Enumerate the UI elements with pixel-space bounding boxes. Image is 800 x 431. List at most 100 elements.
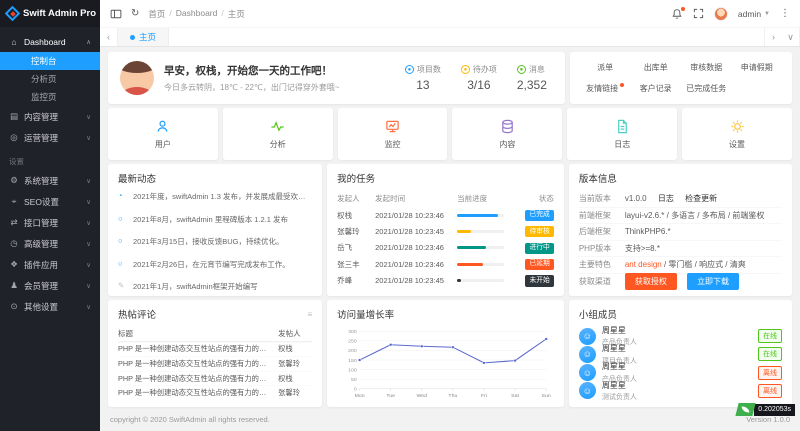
timeline-item: ✎2021年1月，swiftAdmin框架开始编写 <box>118 281 312 292</box>
chevron-down-icon: ∨ <box>86 219 91 227</box>
task-progress <box>457 230 504 233</box>
sidebar: Swift Admin Pro ⌂ Dashboard ∧ 控制台 分析页 监控… <box>0 0 100 431</box>
sidebar-item-console[interactable]: 控制台 <box>0 52 100 70</box>
operation-icon: ◎ <box>9 132 19 143</box>
stat-todos: ●待办项 3/16 <box>461 64 497 92</box>
shortcut-settings[interactable]: 设置 <box>682 108 792 160</box>
row-label: 当前版本 <box>579 193 625 204</box>
quicklink-outbound[interactable]: 出库单 <box>630 62 681 73</box>
shortcut-analysis[interactable]: 分析 <box>223 108 333 160</box>
quicklink-dispatch[interactable]: 派单 <box>580 62 631 73</box>
status-badge: 待审核 <box>525 226 553 237</box>
svg-text:Fri: Fri <box>481 393 487 399</box>
notification-bell-icon[interactable] <box>671 8 683 20</box>
sidebar-item-dashboard[interactable]: ⌂ Dashboard ∧ <box>0 31 100 52</box>
task-progress <box>457 263 504 266</box>
shortcut-monitor[interactable]: 监控 <box>338 108 448 160</box>
logo-icon <box>7 8 18 19</box>
team-member-row: ☺ 周星星测试负责人 离线 <box>579 382 782 400</box>
chevron-down-icon: ∨ <box>86 113 91 121</box>
comment-row[interactable]: PHP 是一种创建动态交互性站点的强有力的服务器端脚本语言 权栈 <box>118 371 312 386</box>
sidebar-item-advanced[interactable]: ◷ 高级管理 ∨ <box>0 233 100 254</box>
app-title: Swift Admin Pro <box>23 8 96 19</box>
red-dot-badge <box>620 83 624 87</box>
svg-text:300: 300 <box>348 329 357 335</box>
comment-row[interactable]: PHP 是一种创建动态交互性站点的强有力的服务器端脚本语言 张馨玲 <box>118 385 312 400</box>
file-icon <box>615 119 630 134</box>
sidebar-item-seo[interactable]: ⌖ SEO设置 ∨ <box>0 191 100 212</box>
exec-time-value: 0.202053s <box>754 404 795 416</box>
pencil-icon: ✎ <box>118 281 124 290</box>
check-update-link[interactable]: 检查更新 <box>685 194 717 203</box>
fullscreen-icon[interactable] <box>693 8 704 19</box>
chevron-down-icon: ∨ <box>86 282 91 290</box>
tab-scroll-right-icon[interactable]: › <box>764 28 782 46</box>
version-title: 版本信息 <box>579 171 617 185</box>
task-time: 2021/01/28 10:23:45 <box>375 227 457 236</box>
row-label: 获取渠道 <box>579 276 625 287</box>
comment-row[interactable]: PHP 是一种创建动态交互性站点的强有力的服务器端脚本语言 权栈 <box>118 342 312 357</box>
quicklink-audit[interactable]: 审核数据 <box>681 62 732 73</box>
task-progress <box>457 246 504 249</box>
comment-row[interactable]: PHP 是一种创建动态交互性站点的强有力的服务器端脚本语言 张馨玲 <box>118 356 312 371</box>
task-progress <box>457 214 504 217</box>
copyright-text: copyright © 2020 SwiftAdmin all rights r… <box>110 415 270 424</box>
get-license-button[interactable]: 获取授权 <box>625 273 677 290</box>
welcome-card: 早安，权栈，开始您一天的工作吧！ 今日多云转阴，18℃ - 22℃，出门记得穿外… <box>108 52 565 104</box>
quicklink-leave[interactable]: 申请假期 <box>731 62 782 73</box>
task-time: 2021/01/28 10:23:46 <box>375 243 457 252</box>
notification-dot <box>681 7 685 11</box>
more-vertical-icon[interactable]: ⋮ <box>780 8 790 19</box>
sidebar-item-analysis[interactable]: 分析页 <box>0 70 100 88</box>
current-version: v1.0.0 <box>625 194 647 203</box>
page-footer: copyright © 2020 SwiftAdmin all rights r… <box>108 411 792 427</box>
shortcut-content[interactable]: 内容 <box>452 108 562 160</box>
tab-home[interactable]: 主页 <box>118 28 169 46</box>
quicklink-customer-records[interactable]: 客户记录 <box>630 83 681 94</box>
exec-time-badge: 0.202053s <box>737 403 795 416</box>
team-panel: 小组成员 ☺ 周星星产品负责人 在线 ☺ 周星星项目负责人 在线 ☺ 周星星产品… <box>569 300 792 407</box>
chevron-down-icon: ∨ <box>86 240 91 248</box>
sidebar-item-plugins[interactable]: ❖ 插件应用 ∨ <box>0 254 100 275</box>
circle-icon: ○ <box>118 259 123 268</box>
download-button[interactable]: 立即下载 <box>687 273 739 290</box>
sidebar-item-system[interactable]: ⚙ 系统管理 ∨ <box>0 170 100 191</box>
exchange-icon: ⇄ <box>9 217 19 228</box>
welcome-stats: ●项目数 13 ●待办项 3/16 ●消息 2,352 <box>405 64 553 92</box>
sidebar-item-content[interactable]: ▤ 内容管理 ∨ <box>0 106 100 127</box>
user-menu[interactable]: admin ▼ <box>738 9 770 19</box>
online-status-badge: 离线 <box>758 366 782 380</box>
status-badge: 已延期 <box>525 259 553 270</box>
quicklink-finished-tasks[interactable]: 已完成任务 <box>681 83 732 94</box>
panel-menu-icon[interactable]: ≡ <box>307 310 312 319</box>
comments-title: 热帖评论 <box>118 307 156 321</box>
sidebar-collapse-icon[interactable] <box>110 8 122 20</box>
growth-chart-panel: 访问量增长率 050100150200250300MonTueWedThuFri… <box>327 300 564 407</box>
news-title: 最新动态 <box>118 171 156 185</box>
task-time: 2021/01/28 10:23:46 <box>375 211 457 220</box>
sidebar-item-monitor[interactable]: 监控页 <box>0 88 100 106</box>
app-logo[interactable]: Swift Admin Pro <box>0 0 100 27</box>
shortcut-logs[interactable]: 日志 <box>567 108 677 160</box>
breadcrumb-dashboard[interactable]: Dashboard <box>176 8 218 20</box>
breadcrumb-home[interactable]: 首页 <box>148 8 165 20</box>
changelog-link[interactable]: 日志 <box>658 194 674 203</box>
sidebar-item-api[interactable]: ⇄ 接口管理 ∨ <box>0 212 100 233</box>
chevron-down-icon: ▼ <box>764 11 770 17</box>
sidebar-item-other[interactable]: ⊙ 其他设置 ∨ <box>0 296 100 317</box>
sidebar-item-operation[interactable]: ◎ 运营管理 ∨ <box>0 127 100 148</box>
tab-menu-icon[interactable]: ∨ <box>782 28 800 46</box>
svg-text:Tue: Tue <box>386 393 395 399</box>
activity-icon <box>270 119 285 134</box>
user-avatar[interactable] <box>714 7 728 21</box>
sidebar-item-members[interactable]: ♟ 会员管理 ∨ <box>0 275 100 296</box>
svg-text:Sun: Sun <box>542 393 551 399</box>
team-title: 小组成员 <box>579 307 617 321</box>
growth-chart: 050100150200250300MonTueWedThuFriSatSun <box>337 327 554 400</box>
shortcut-users[interactable]: 用户 <box>108 108 218 160</box>
row-label: 前端框架 <box>579 210 625 221</box>
refresh-icon[interactable]: ↻ <box>131 8 139 19</box>
column-header: 标题 <box>118 328 272 339</box>
quicklink-friend-links[interactable]: 友情链接 <box>580 83 631 94</box>
tab-scroll-left-icon[interactable]: ‹ <box>100 28 118 46</box>
